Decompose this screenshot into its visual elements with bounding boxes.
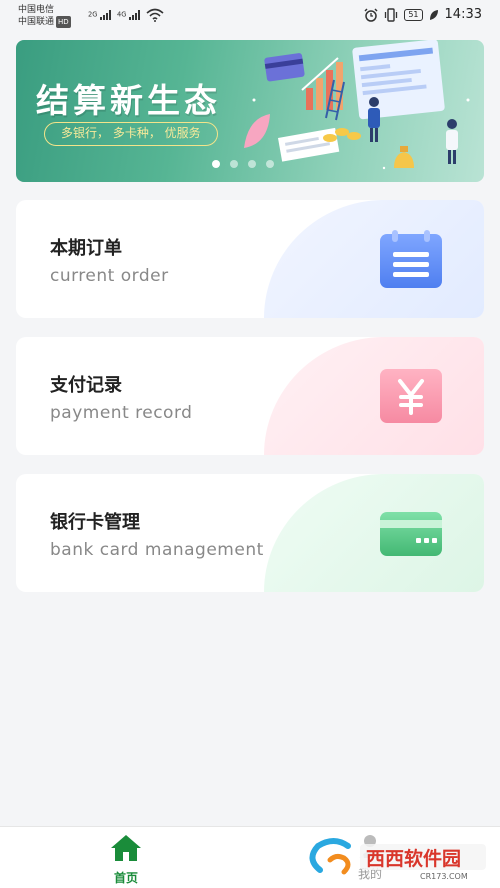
carrier-2: 中国联通	[18, 17, 55, 27]
card-subtitle: payment record	[50, 403, 193, 423]
alarm-icon	[364, 7, 378, 22]
banner-dot[interactable]	[212, 160, 220, 168]
banner-dot[interactable]	[248, 160, 256, 168]
watermark-name: 西西软件园	[366, 847, 461, 870]
net-type-2: 4G	[116, 10, 127, 19]
current-order-card[interactable]: 本期订单 current order	[16, 200, 484, 318]
home-icon	[111, 835, 141, 861]
battery-icon: 51	[404, 8, 423, 21]
banner-tagline: 多银行， 多卡种， 优服务	[44, 122, 218, 146]
bank-card-management-card[interactable]: 银行卡管理 bank card management	[16, 474, 484, 592]
nav-home-tab[interactable]: 首页	[100, 833, 152, 885]
payment-record-card[interactable]: 支付记录 payment record	[16, 337, 484, 455]
carrier-1: 中国电信	[18, 5, 55, 15]
hd-badge: HD	[56, 16, 71, 28]
calendar-list-icon	[380, 230, 442, 288]
site-watermark: 西西软件园 CR173.COM	[304, 838, 486, 881]
banner-pagination	[212, 160, 274, 168]
network-icons: 2G 4G	[88, 8, 164, 22]
card-tint	[264, 200, 484, 318]
card-subtitle: current order	[50, 266, 169, 286]
leaf-icon	[429, 9, 438, 20]
vibrate-icon	[385, 7, 398, 22]
card-title: 本期订单	[50, 238, 122, 259]
watermark-url: CR173.COM	[420, 872, 468, 881]
status-right: 51 14:33	[364, 7, 482, 22]
promo-banner[interactable]: 结算新生态 多银行， 多卡种， 优服务	[16, 40, 484, 182]
card-title: 银行卡管理	[50, 512, 140, 533]
signal-2-icon: 4G	[117, 10, 140, 22]
wifi-icon	[146, 8, 164, 22]
card-subtitle: bank card management	[50, 540, 264, 560]
status-bar: 中国电信 中国联通 HD 2G 4G 51 14:33	[0, 0, 500, 36]
banner-dot[interactable]	[230, 160, 238, 168]
card-title: 支付记录	[50, 375, 122, 396]
card-tint	[264, 474, 484, 592]
yuan-icon	[380, 369, 442, 423]
banner-title: 结算新生态	[36, 81, 221, 120]
banner-dot[interactable]	[266, 160, 274, 168]
carrier-info: 中国电信 中国联通 HD	[18, 4, 71, 28]
status-time: 14:33	[444, 7, 482, 22]
nav-home-label: 首页	[113, 871, 138, 885]
bank-card-icon	[380, 512, 442, 556]
net-type-1: 2G	[88, 10, 98, 19]
card-tint	[264, 337, 484, 455]
signal-1-icon: 2G	[88, 10, 111, 22]
